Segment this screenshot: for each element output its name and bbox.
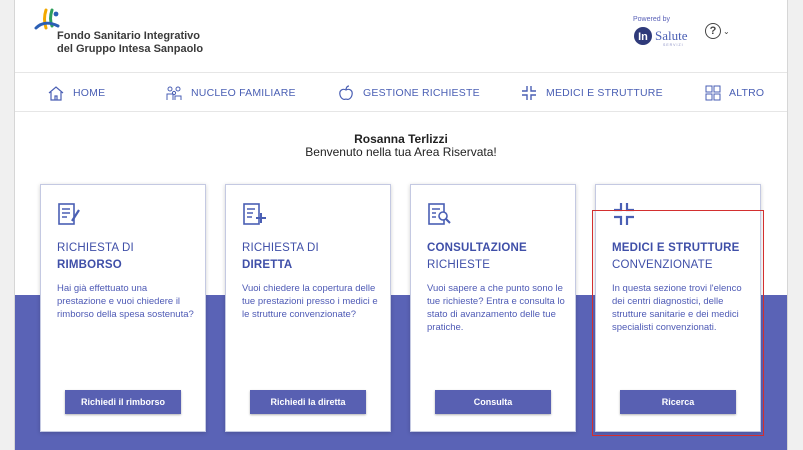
brand-name[interactable]: Fondo Sanitario Integrativo del Gruppo I… <box>57 30 203 56</box>
card-title-bold: MEDICI E STRUTTURE <box>612 242 740 254</box>
search-document-icon <box>428 203 451 225</box>
app-frame: Fondo Sanitario Integrativo del Gruppo I… <box>14 0 788 450</box>
card-richiesta-rimborso: RICHIESTA DI RIMBORSO Hai già effettuato… <box>40 184 206 432</box>
card-description: Hai già effettuato una prestazione e vuo… <box>57 283 194 320</box>
welcome-block: Rosanna Terlizzi Benvenuto nella tua Are… <box>15 133 787 159</box>
card-title: MEDICI E STRUTTURE CONVENZIONATE <box>612 240 750 274</box>
help-button[interactable]: ? ⌄ <box>705 22 735 40</box>
header: Fondo Sanitario Integrativo del Gruppo I… <box>15 0 787 66</box>
card-richiesta-diretta: RICHIESTA DI DIRETTA Vuoi chiedere la co… <box>225 184 391 432</box>
card-title-normal: RICHIESTA DI <box>57 242 134 254</box>
consulta-button[interactable]: Consulta <box>435 390 551 414</box>
nav-label-gestione-richieste: GESTIONE RICHIESTE <box>363 87 480 99</box>
nav-item-home[interactable]: HOME <box>47 82 105 104</box>
card-title: CONSULTAZIONE RICHIESTE <box>427 240 565 274</box>
powered-by-label: Powered by <box>633 16 670 23</box>
card-description: In questa sezione trovi l'elenco dei cen… <box>612 283 742 333</box>
apple-icon <box>339 85 353 100</box>
nav-label-nucleo-familiare: NUCLEO FAMILIARE <box>191 87 296 99</box>
nav-label-medici-strutture: MEDICI E STRUTTURE <box>546 87 663 99</box>
card-title-normal: RICHIESTE <box>427 259 491 271</box>
nav-label-home: HOME <box>73 87 106 99</box>
welcome-message: Benvenuto nella tua Area Riservata! <box>305 145 497 159</box>
nav-label-altro: ALTRO <box>729 87 765 99</box>
brand-line-2: del Gruppo Intesa Sanpaolo <box>57 43 204 55</box>
card-title: RICHIESTA DI DIRETTA <box>242 240 380 274</box>
grid-icon <box>705 85 721 101</box>
add-document-icon <box>243 203 266 225</box>
card-medici-strutture: MEDICI E STRUTTURE CONVENZIONATE In ques… <box>595 184 761 432</box>
partner-logo-text: Salute <box>655 28 688 43</box>
main-nav: HOME NUCLEO FAMILIARE GESTIONE RICHIESTE… <box>15 72 787 112</box>
partner-logo-sub: SERVIZI <box>663 43 684 47</box>
card-title-normal: RICHIESTA DI <box>242 242 319 254</box>
card-title: RICHIESTA DI RIMBORSO <box>57 240 195 274</box>
chevron-down-icon: ⌄ <box>723 26 730 36</box>
home-icon <box>48 86 64 101</box>
edit-document-icon <box>58 203 80 225</box>
card-description: Vuoi sapere a che punto sono le tue rich… <box>427 283 565 333</box>
question-circle-icon: ? <box>705 23 721 39</box>
nav-item-medici-strutture[interactable]: MEDICI E STRUTTURE <box>520 82 663 104</box>
card-title-normal: CONVENZIONATE <box>612 259 713 271</box>
card-title-bold: RIMBORSO <box>57 259 122 271</box>
insalute-logo: In Salute SERVIZI <box>634 27 688 47</box>
medical-cross-icon <box>614 203 634 225</box>
card-description: Vuoi chiedere la copertura delle tue pre… <box>242 283 378 320</box>
nav-item-gestione-richieste[interactable]: GESTIONE RICHIESTE <box>337 82 480 104</box>
richiedi-diretta-button[interactable]: Richiedi la diretta <box>250 390 366 414</box>
medical-cross-icon <box>522 86 536 100</box>
nav-item-altro[interactable]: ALTRO <box>705 82 764 104</box>
svg-text:In: In <box>638 31 648 43</box>
card-title-bold: CONSULTAZIONE <box>427 242 527 254</box>
nav-item-nucleo-familiare[interactable]: NUCLEO FAMILIARE <box>165 82 296 104</box>
card-title-bold: DIRETTA <box>242 259 293 271</box>
brand-line-1: Fondo Sanitario Integrativo <box>57 30 201 42</box>
ricerca-button[interactable]: Ricerca <box>620 390 736 414</box>
richiedi-rimborso-button[interactable]: Richiedi il rimborso <box>65 390 181 414</box>
card-consultazione-richieste: CONSULTAZIONE RICHIESTE Vuoi sapere a ch… <box>410 184 576 432</box>
family-icon <box>166 86 182 100</box>
